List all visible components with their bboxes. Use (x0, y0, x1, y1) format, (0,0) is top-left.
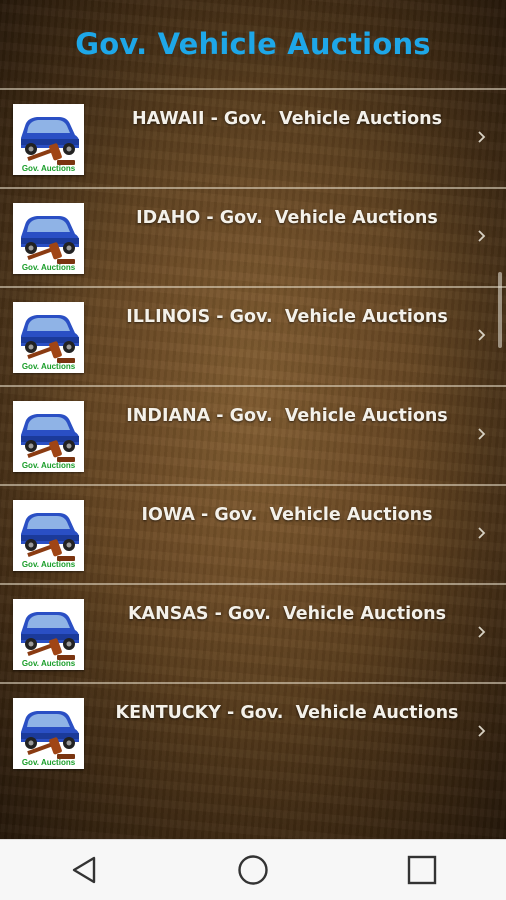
thumb-label: Gov. Auctions (21, 659, 76, 668)
list-item-label: INDIANA - Gov. Vehicle Auctions (126, 406, 448, 426)
nav-back-button[interactable] (54, 840, 114, 900)
list-item-2[interactable]: Gov. Auctions ILLINOIS - Gov. Vehicle Au… (0, 286, 506, 385)
thumb-label: Gov. Auctions (21, 461, 76, 470)
state-list: Gov. Auctions HAWAII - Gov. Vehicle Auct… (0, 88, 506, 781)
nav-home-button[interactable] (223, 840, 283, 900)
system-nav-bar (0, 839, 506, 900)
list-item-label: IOWA - Gov. Vehicle Auctions (141, 505, 433, 525)
list-item-3[interactable]: Gov. Auctions INDIANA - Gov. Vehicle Auc… (0, 385, 506, 484)
recents-square-icon (407, 855, 436, 885)
list-item-1[interactable]: Gov. Auctions IDAHO - Gov. Vehicle Aucti… (0, 187, 506, 286)
chevron-right-icon (478, 428, 486, 440)
list-item-label: KANSAS - Gov. Vehicle Auctions (127, 604, 447, 624)
list-item-label: KENTUCKY - Gov. Vehicle Auctions (115, 703, 459, 723)
list-item-0[interactable]: Gov. Auctions HAWAII - Gov. Vehicle Auct… (0, 88, 506, 187)
nav-recents-button[interactable] (392, 840, 452, 900)
list-item-6[interactable]: Gov. Auctions KENTUCKY - Gov. Vehicle Au… (0, 682, 506, 781)
car-gavel-icon: Gov. Auctions (13, 302, 84, 373)
chevron-right-icon (478, 527, 486, 539)
thumb-label: Gov. Auctions (21, 164, 76, 173)
chevron-right-icon (478, 626, 486, 638)
thumb-label: Gov. Auctions (21, 362, 76, 371)
list-item-label: ILLINOIS - Gov. Vehicle Auctions (126, 307, 448, 327)
list-item-4[interactable]: Gov. Auctions IOWA - Gov. Vehicle Auctio… (0, 484, 506, 583)
chevron-right-icon (478, 131, 486, 143)
thumb-label: Gov. Auctions (21, 758, 76, 767)
car-gavel-icon: Gov. Auctions (13, 500, 84, 571)
thumb-label: Gov. Auctions (21, 263, 76, 272)
chevron-right-icon (478, 230, 486, 242)
page-title: Gov. Vehicle Auctions (75, 27, 431, 61)
car-gavel-icon: Gov. Auctions (13, 401, 84, 472)
list-item-label: HAWAII - Gov. Vehicle Auctions (131, 109, 443, 129)
home-circle-icon (238, 855, 268, 885)
thumb-label: Gov. Auctions (21, 560, 76, 569)
scrollbar[interactable] (498, 272, 502, 348)
list-item-label: IDAHO - Gov. Vehicle Auctions (136, 208, 438, 228)
chevron-right-icon (478, 329, 486, 341)
chevron-right-icon (478, 725, 486, 737)
car-gavel-icon: Gov. Auctions (13, 203, 84, 274)
list-item-5[interactable]: Gov. Auctions KANSAS - Gov. Vehicle Auct… (0, 583, 506, 682)
back-triangle-icon (73, 856, 96, 884)
car-gavel-icon: Gov. Auctions (13, 104, 84, 175)
car-gavel-icon: Gov. Auctions (13, 599, 84, 670)
car-gavel-icon: Gov. Auctions (13, 698, 84, 769)
